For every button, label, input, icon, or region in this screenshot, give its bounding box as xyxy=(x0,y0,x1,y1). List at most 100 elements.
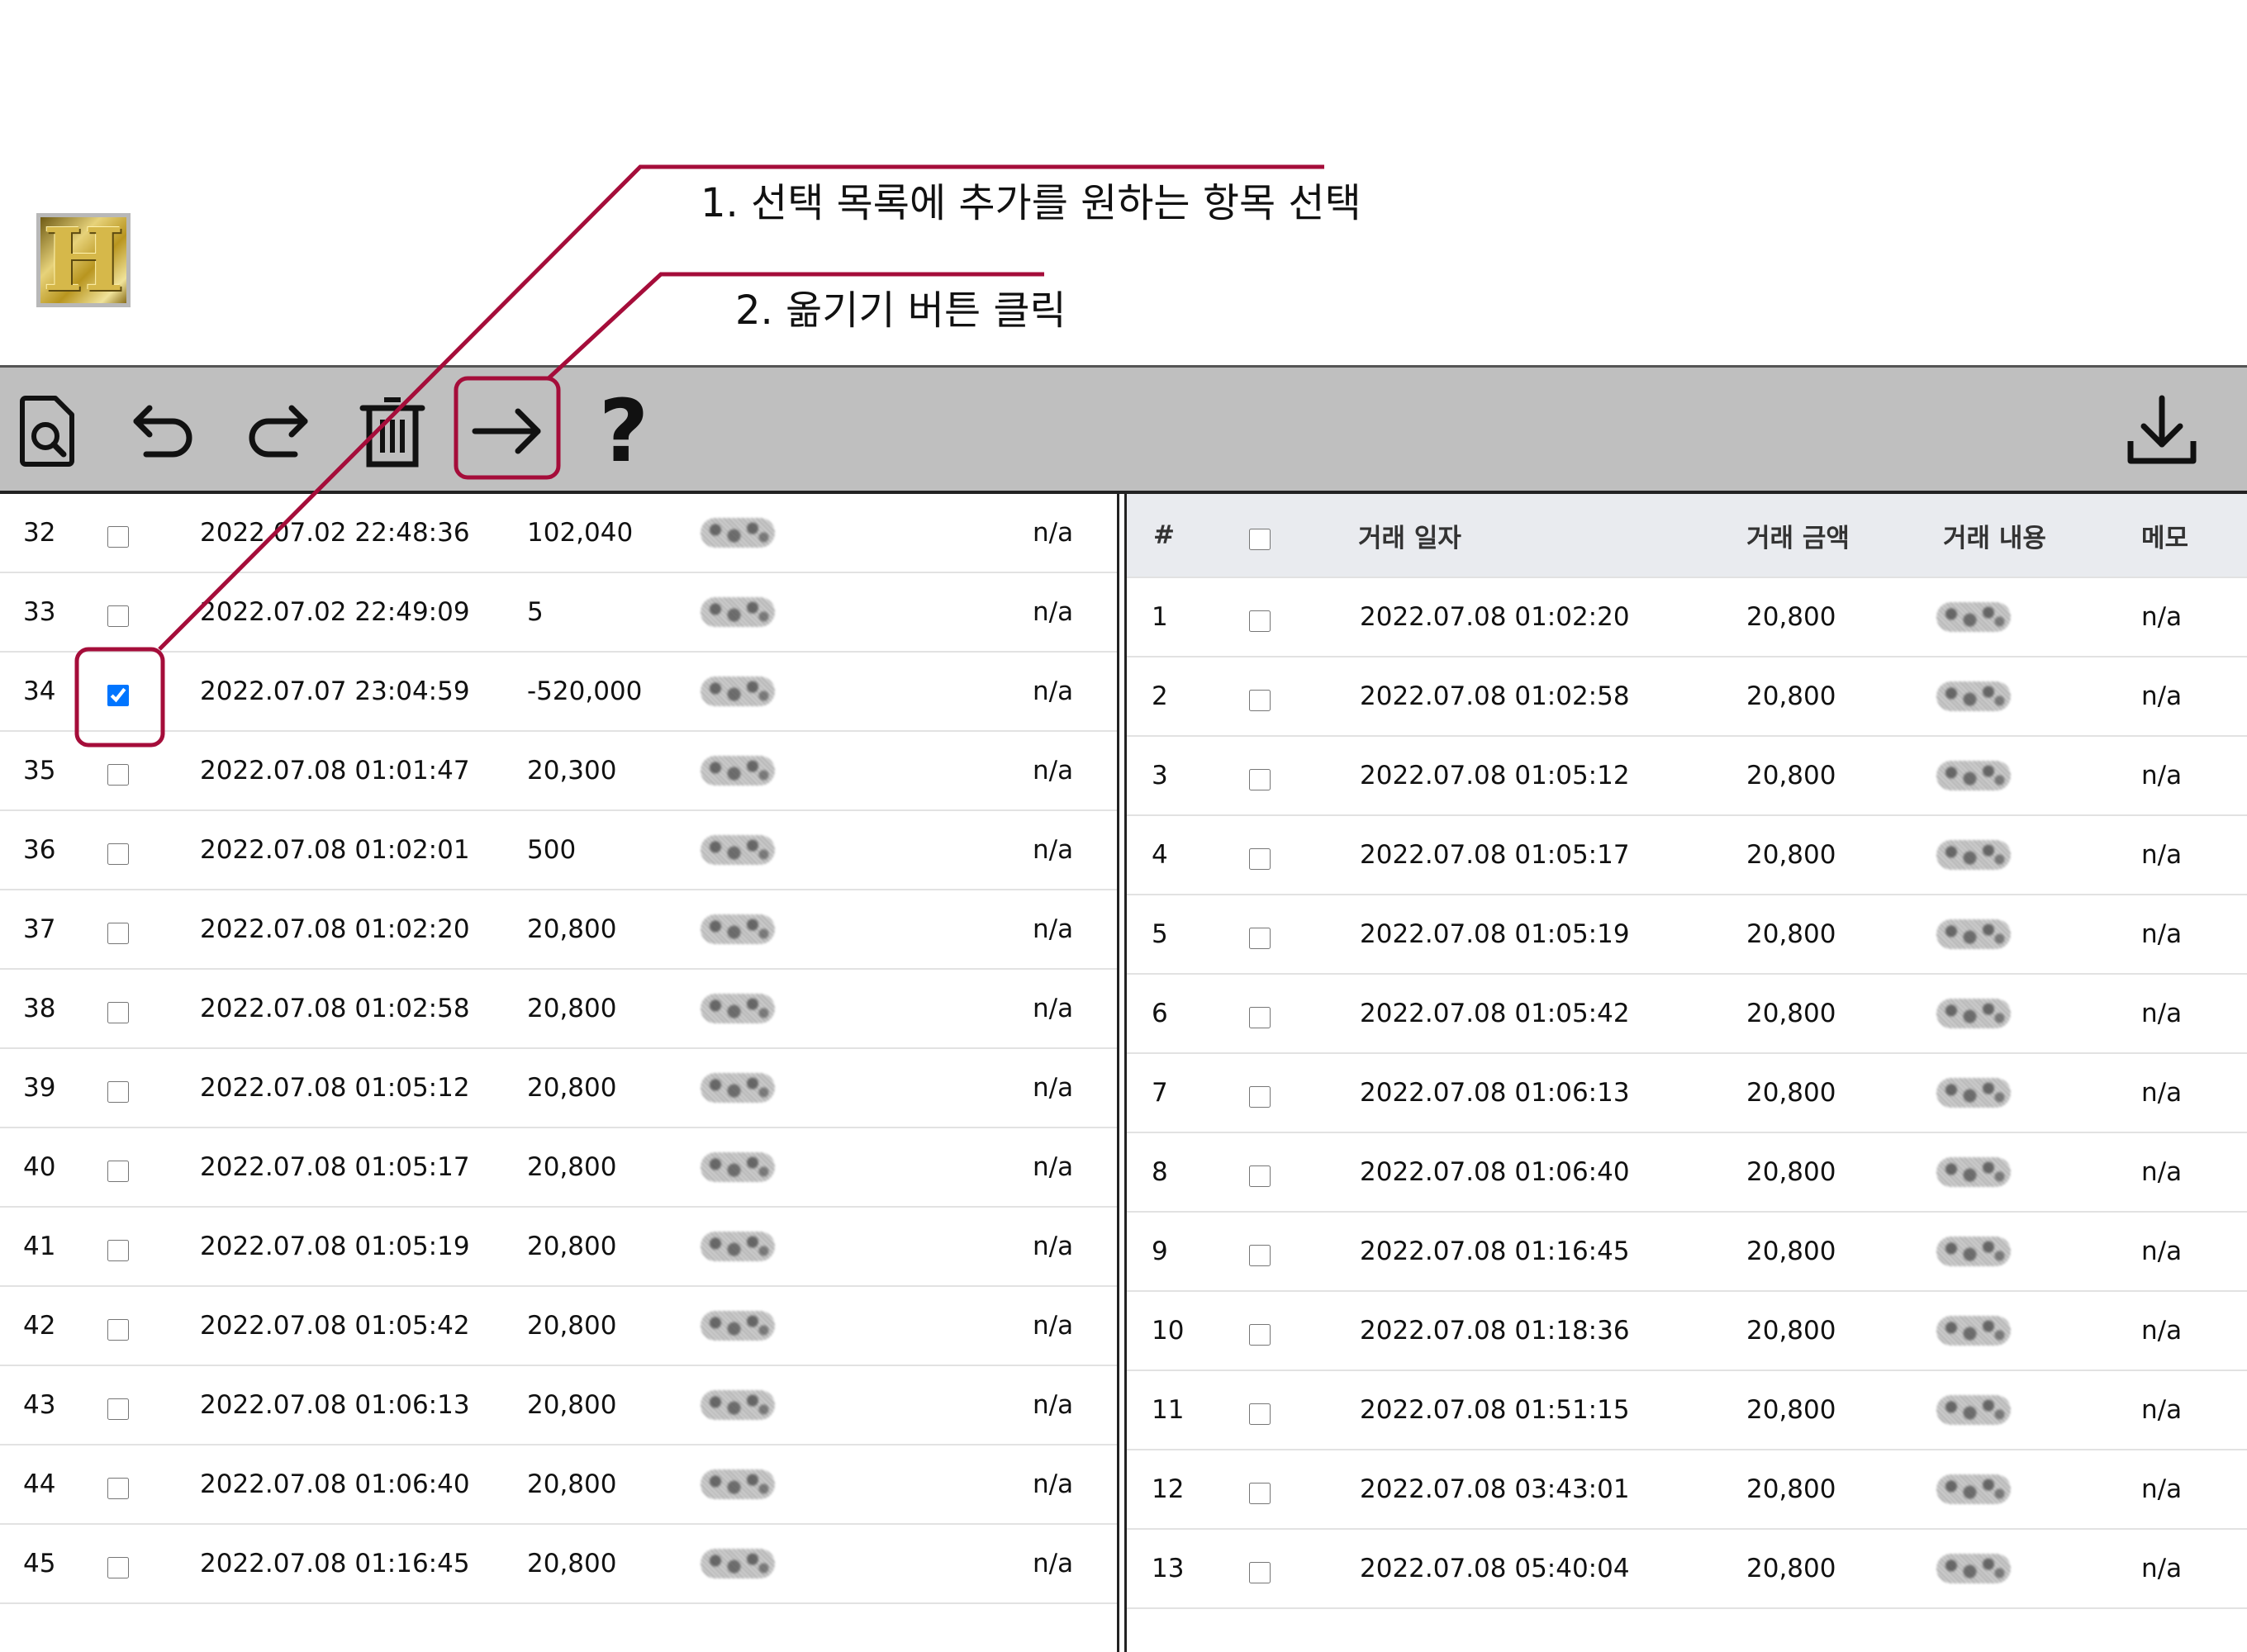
row-checkbox[interactable] xyxy=(1249,1483,1271,1504)
row-amount: 20,800 xyxy=(527,1311,617,1341)
row-number: 13 xyxy=(1152,1554,1185,1583)
row-checkbox-cell xyxy=(107,1049,129,1127)
table-row[interactable]: 8 2022.07.08 01:06:40 20,800 n/a xyxy=(1127,1133,2247,1213)
table-row[interactable]: 7 2022.07.08 01:06:13 20,800 n/a xyxy=(1127,1054,2247,1133)
redo-button[interactable] xyxy=(233,386,324,477)
row-date: 2022.07.08 01:16:45 xyxy=(1360,1237,1630,1266)
table-row[interactable]: 39 2022.07.08 01:05:12 20,800 n/a xyxy=(0,1049,1117,1128)
redacted-text xyxy=(701,597,775,627)
row-checkbox-cell xyxy=(107,573,129,651)
table-row[interactable]: 4 2022.07.08 01:05:17 20,800 n/a xyxy=(1127,816,2247,895)
table-row[interactable]: 10 2022.07.08 01:18:36 20,800 n/a xyxy=(1127,1292,2247,1371)
row-checkbox[interactable] xyxy=(1249,1086,1271,1108)
toolbar: ? xyxy=(0,365,2247,494)
row-checkbox[interactable] xyxy=(107,1240,129,1261)
table-row[interactable]: 2 2022.07.08 01:02:58 20,800 n/a xyxy=(1127,657,2247,737)
row-number: 37 xyxy=(23,914,56,944)
row-checkbox-cell xyxy=(1249,657,1271,735)
row-checkbox-cell xyxy=(107,811,129,889)
row-date: 2022.07.08 01:05:17 xyxy=(200,1152,470,1182)
row-description-redacted xyxy=(701,573,775,651)
move-right-arrow-icon xyxy=(472,408,541,454)
table-row[interactable]: 44 2022.07.08 01:06:40 20,800 n/a xyxy=(0,1446,1117,1525)
row-checkbox[interactable] xyxy=(1249,610,1271,632)
download-button[interactable] xyxy=(2116,386,2207,477)
header-memo[interactable]: 메모 xyxy=(2141,494,2188,577)
row-memo: n/a xyxy=(2141,1078,2183,1108)
row-checkbox[interactable] xyxy=(1249,769,1271,790)
row-checkbox-cell xyxy=(107,1208,129,1285)
document-search-button[interactable] xyxy=(3,386,94,477)
redacted-text xyxy=(701,756,775,786)
row-checkbox[interactable] xyxy=(107,526,129,548)
row-checkbox[interactable] xyxy=(107,1557,129,1578)
table-row[interactable]: 45 2022.07.08 01:16:45 20,800 n/a xyxy=(0,1525,1117,1604)
row-checkbox-cell xyxy=(1249,895,1271,973)
row-checkbox[interactable] xyxy=(1249,848,1271,870)
row-checkbox[interactable] xyxy=(107,1081,129,1103)
row-date: 2022.07.08 01:16:45 xyxy=(200,1549,470,1578)
table-row[interactable]: 3 2022.07.08 01:05:12 20,800 n/a xyxy=(1127,737,2247,816)
table-row[interactable]: 12 2022.07.08 03:43:01 20,800 n/a xyxy=(1127,1450,2247,1530)
help-icon: ? xyxy=(598,381,649,482)
row-checkbox[interactable] xyxy=(107,1002,129,1023)
table-row[interactable]: 6 2022.07.08 01:05:42 20,800 n/a xyxy=(1127,975,2247,1054)
row-number: 35 xyxy=(23,756,56,786)
row-checkbox[interactable] xyxy=(107,605,129,627)
row-memo: n/a xyxy=(2141,1157,2183,1187)
move-to-selection-button[interactable] xyxy=(463,386,553,477)
row-date: 2022.07.08 01:05:12 xyxy=(1360,761,1630,790)
row-checkbox[interactable] xyxy=(107,1161,129,1182)
undo-button[interactable] xyxy=(117,386,208,477)
row-checkbox[interactable] xyxy=(107,764,129,786)
select-all-checkbox[interactable] xyxy=(1249,529,1271,550)
row-checkbox[interactable] xyxy=(107,1398,129,1420)
row-memo: n/a xyxy=(2141,840,2183,870)
row-memo: n/a xyxy=(1033,1390,1074,1420)
table-row[interactable]: 35 2022.07.08 01:01:47 20,300 n/a xyxy=(0,732,1117,811)
row-date: 2022.07.08 01:02:20 xyxy=(200,914,470,944)
row-checkbox[interactable] xyxy=(1249,1403,1271,1425)
table-row[interactable]: 5 2022.07.08 01:05:19 20,800 n/a xyxy=(1127,895,2247,975)
row-amount: 20,800 xyxy=(527,914,617,944)
table-row[interactable]: 43 2022.07.08 01:06:13 20,800 n/a xyxy=(0,1366,1117,1446)
row-checkbox[interactable] xyxy=(107,1478,129,1499)
row-checkbox[interactable] xyxy=(107,843,129,865)
row-checkbox[interactable] xyxy=(107,1319,129,1341)
delete-button[interactable] xyxy=(347,386,438,477)
row-checkbox[interactable] xyxy=(1249,1324,1271,1346)
table-row[interactable]: 33 2022.07.02 22:49:09 5 n/a xyxy=(0,573,1117,653)
table-row[interactable]: 36 2022.07.08 01:02:01 500 n/a xyxy=(0,811,1117,890)
table-row[interactable]: 40 2022.07.08 01:05:17 20,800 n/a xyxy=(0,1128,1117,1208)
table-row[interactable]: 32 2022.07.02 22:48:36 102,040 n/a xyxy=(0,494,1117,573)
row-checkbox[interactable] xyxy=(1249,1562,1271,1583)
row-checkbox-cell xyxy=(107,1287,129,1365)
row-date: 2022.07.08 01:18:36 xyxy=(1360,1316,1630,1346)
row-date: 2022.07.08 05:40:04 xyxy=(1360,1554,1630,1583)
header-description[interactable]: 거래 내용 xyxy=(1943,494,2046,577)
table-row[interactable]: 38 2022.07.08 01:02:58 20,800 n/a xyxy=(0,970,1117,1049)
row-checkbox[interactable] xyxy=(1249,690,1271,711)
row-checkbox[interactable] xyxy=(1249,928,1271,949)
redacted-text xyxy=(1936,840,2011,870)
header-amount[interactable]: 거래 금액 xyxy=(1746,494,1850,577)
row-number: 41 xyxy=(23,1232,56,1261)
table-row[interactable]: 34 2022.07.07 23:04:59 -520,000 n/a xyxy=(0,653,1117,732)
table-row[interactable]: 11 2022.07.08 01:51:15 20,800 n/a xyxy=(1127,1371,2247,1450)
table-row[interactable]: 37 2022.07.08 01:02:20 20,800 n/a xyxy=(0,890,1117,970)
row-checkbox[interactable] xyxy=(107,923,129,944)
row-checkbox[interactable] xyxy=(1249,1007,1271,1028)
table-row[interactable]: 41 2022.07.08 01:05:19 20,800 n/a xyxy=(0,1208,1117,1287)
table-row[interactable]: 13 2022.07.08 05:40:04 20,800 n/a xyxy=(1127,1530,2247,1609)
row-date: 2022.07.08 01:02:58 xyxy=(1360,681,1630,711)
row-checkbox[interactable] xyxy=(1249,1245,1271,1266)
row-checkbox-cell xyxy=(1249,1054,1271,1132)
row-checkbox[interactable] xyxy=(1249,1165,1271,1187)
row-amount: 20,800 xyxy=(1746,1316,1836,1346)
row-checkbox[interactable] xyxy=(107,685,129,706)
table-row[interactable]: 9 2022.07.08 01:16:45 20,800 n/a xyxy=(1127,1213,2247,1292)
help-button[interactable]: ? xyxy=(578,386,669,477)
header-date[interactable]: 거래 일자 xyxy=(1358,494,1461,577)
table-row[interactable]: 42 2022.07.08 01:05:42 20,800 n/a xyxy=(0,1287,1117,1366)
table-row[interactable]: 1 2022.07.08 01:02:20 20,800 n/a xyxy=(1127,578,2247,657)
